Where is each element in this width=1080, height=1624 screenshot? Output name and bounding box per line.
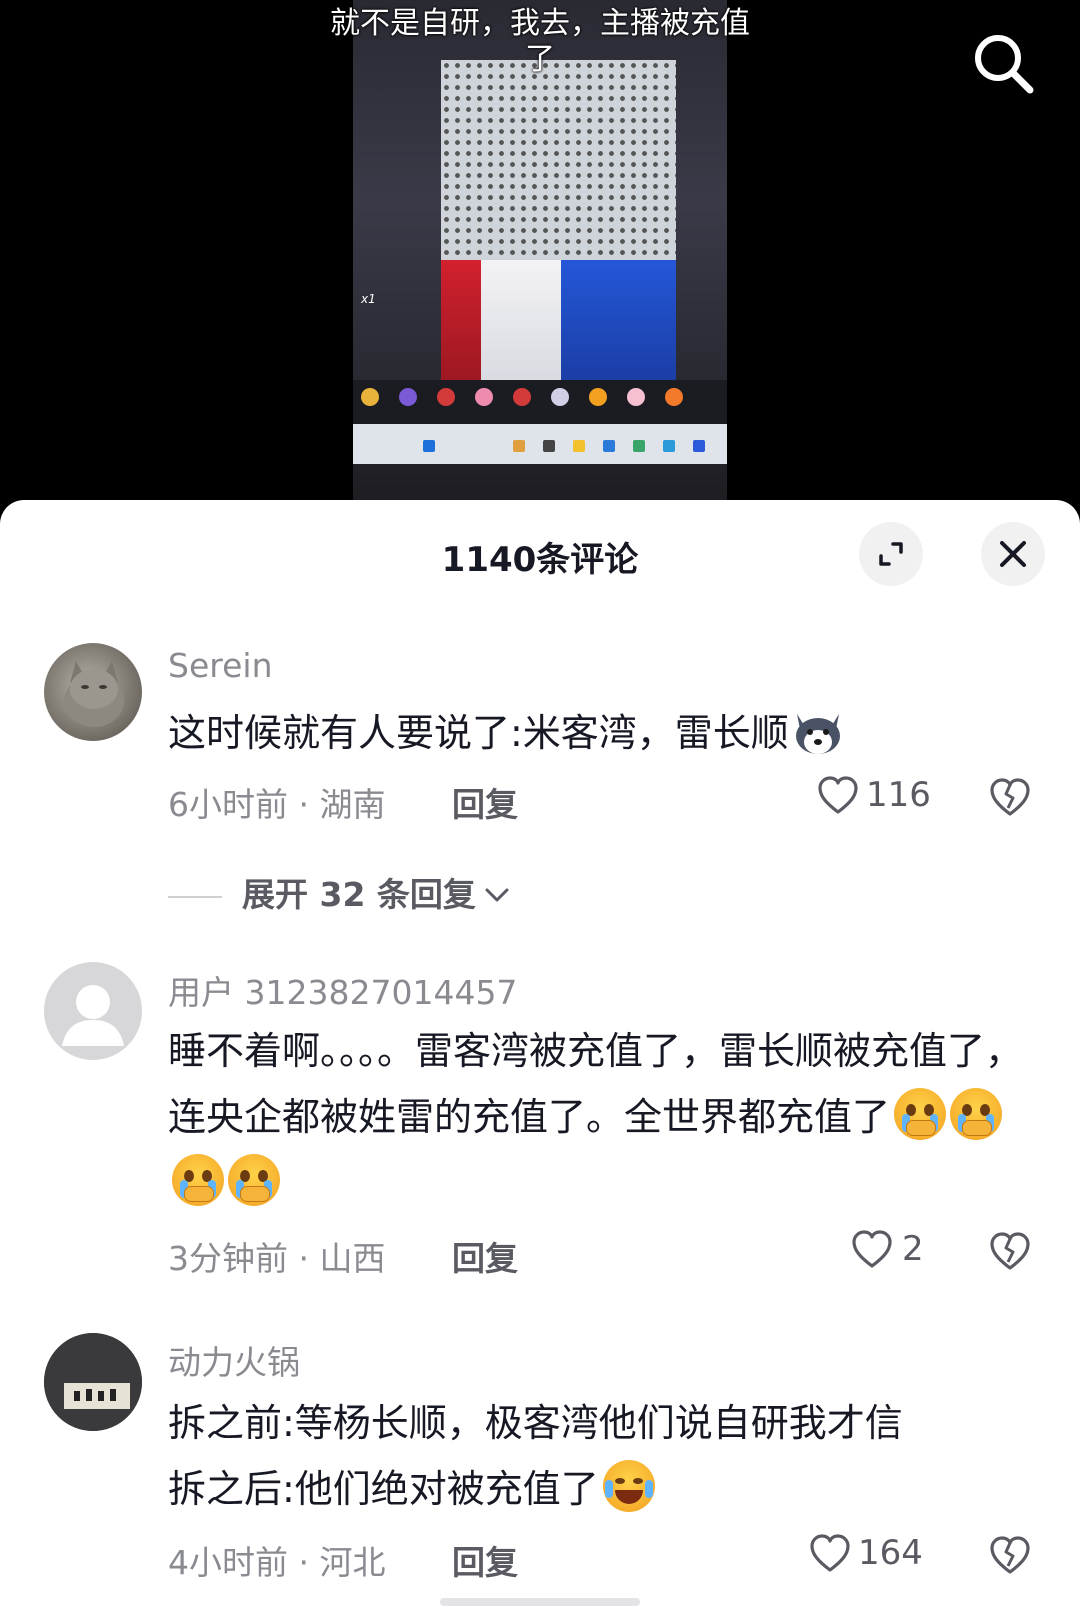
crying-emoji-icon — [894, 1088, 947, 1140]
comment-text: 睡不着啊。。。。雷客湾被充值了，雷长顺被充值了，连央企都被姓雷的充值了。全世界都… — [168, 1018, 1028, 1216]
gift-icon — [665, 388, 683, 406]
edge-icon — [663, 440, 675, 452]
app-icon — [633, 440, 645, 452]
video-flag-blue — [561, 260, 676, 380]
crying-emoji-icon — [950, 1088, 1003, 1140]
like-button[interactable]: 2 — [850, 1228, 924, 1272]
husky-emoji-icon — [791, 704, 845, 758]
home-indicator — [440, 1598, 640, 1606]
comment-username[interactable]: 用户 3123827014457 — [168, 966, 517, 1014]
app-icon — [693, 440, 705, 452]
gift-icon — [475, 388, 493, 406]
app-icon — [513, 440, 525, 452]
like-count: 164 — [858, 1532, 923, 1573]
comment-text-line: 拆之后:他们绝对被充值了 — [168, 1467, 599, 1511]
divider — [168, 895, 222, 898]
comment-text-line: 拆之前:等杨长顺，极客湾他们说自研我才信 — [168, 1401, 903, 1445]
comment-time-location: 4小时前 · 河北 — [168, 1543, 386, 1582]
video-caption: 就不是自研，我去，主播被充值了 — [330, 6, 750, 77]
expand-replies-button[interactable]: 展开 32 条回复 — [168, 868, 512, 916]
chevron-down-icon — [485, 888, 509, 902]
comment-time-location: 3分钟前 · 山西 — [168, 1239, 386, 1278]
gift-icon — [627, 388, 645, 406]
close-icon — [1000, 541, 1026, 567]
gift-icon — [437, 388, 455, 406]
windows-icon — [423, 440, 435, 452]
comment-username[interactable]: 动力火锅 — [168, 1336, 300, 1384]
comment-text: 这时候就有人要说了:米客湾，雷长顺 — [168, 700, 1028, 766]
comment-username[interactable]: Serein — [168, 646, 272, 685]
comment-text: 拆之前:等杨长顺，极客湾他们说自研我才信 拆之后:他们绝对被充值了 — [168, 1390, 1028, 1522]
app-icon — [603, 440, 615, 452]
reply-button[interactable]: 回复 — [452, 778, 518, 826]
broken-heart-icon[interactable] — [988, 776, 1032, 820]
like-count: 2 — [902, 1228, 924, 1269]
video-taskbar — [353, 424, 727, 464]
heart-icon — [818, 776, 858, 814]
comment-text-content: 这时候就有人要说了:米客湾，雷长顺 — [168, 711, 789, 755]
comment-text-line-wrap: 拆之后:他们绝对被充值了 — [168, 1456, 1028, 1522]
broken-heart-icon[interactable] — [988, 1534, 1032, 1578]
avatar[interactable] — [44, 643, 142, 741]
expand-replies-label: 展开 32 条回复 — [242, 875, 476, 914]
app-icon — [573, 440, 585, 452]
gift-icon — [551, 388, 569, 406]
avatar[interactable] — [44, 1333, 142, 1431]
gift-icon — [399, 388, 417, 406]
heart-icon — [852, 1230, 892, 1268]
default-user-icon — [62, 985, 124, 1046]
like-button[interactable]: 164 — [808, 1532, 923, 1576]
video-multiplier: x1 — [361, 292, 376, 306]
gift-icon — [361, 388, 379, 406]
reply-button[interactable]: 回复 — [452, 1536, 518, 1584]
crying-emoji-icon — [228, 1154, 280, 1206]
app-icon — [543, 440, 555, 452]
video-screen-pattern — [441, 60, 676, 260]
cat-avatar-image — [64, 661, 124, 727]
laughing-emoji-icon — [602, 1460, 655, 1512]
like-count: 116 — [866, 774, 931, 815]
heart-icon — [810, 1534, 850, 1572]
search-icon[interactable] — [972, 32, 1036, 96]
video-flag-white — [481, 260, 561, 380]
fullscreen-button[interactable] — [859, 522, 923, 586]
broken-heart-icon[interactable] — [988, 1230, 1032, 1274]
video-player[interactable]: x1 就不是自研，我去，主播被充值了 — [0, 0, 1080, 520]
close-button[interactable] — [981, 522, 1045, 586]
expand-icon — [879, 542, 903, 566]
calligraphy-avatar-image — [44, 1333, 142, 1431]
comment-time-location: 6小时前 · 湖南 — [168, 785, 386, 824]
video-gift-bar — [353, 380, 727, 424]
avatar[interactable] — [44, 962, 142, 1060]
gift-icon — [513, 388, 531, 406]
video-flag-red — [441, 260, 481, 380]
gift-icon — [589, 388, 607, 406]
like-button[interactable]: 116 — [816, 774, 931, 818]
crying-emoji-icon — [172, 1154, 224, 1206]
reply-button[interactable]: 回复 — [452, 1232, 518, 1280]
